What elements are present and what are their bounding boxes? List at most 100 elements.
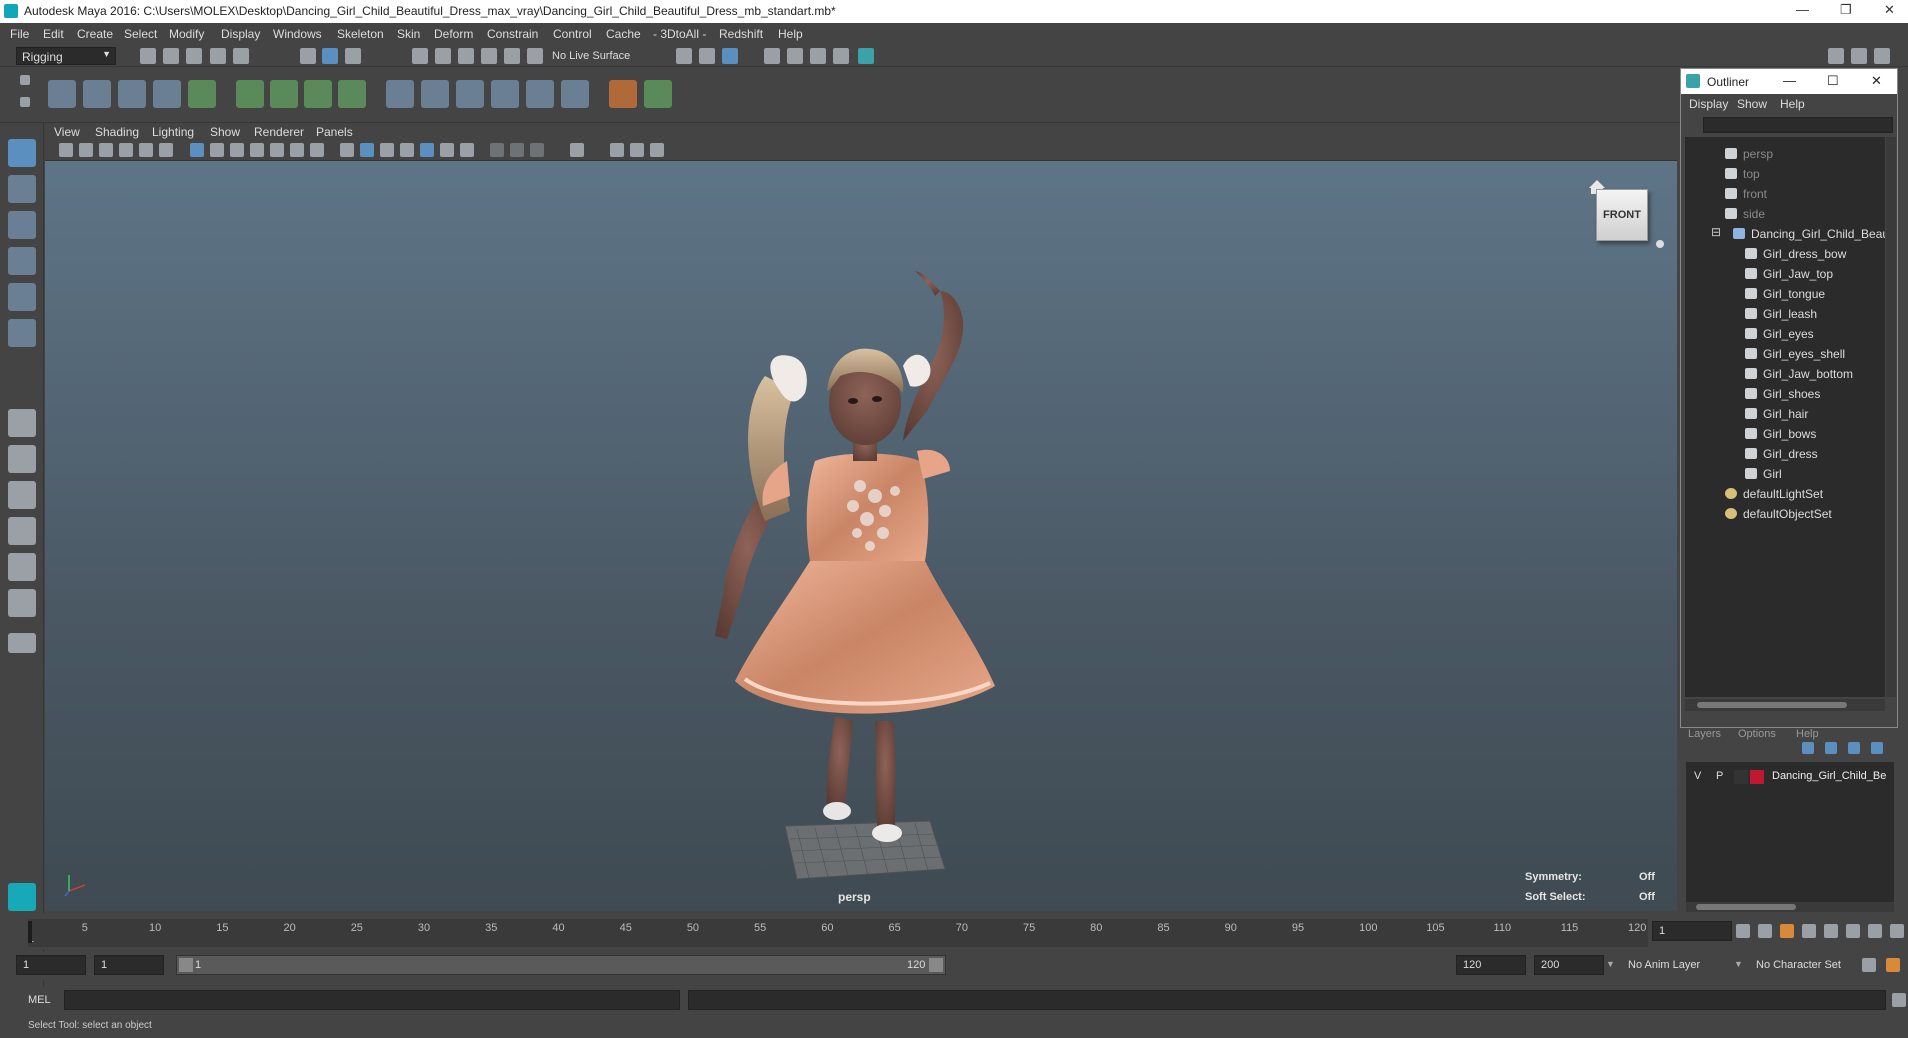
outliner-menu-help[interactable]: Help <box>1780 97 1805 111</box>
shelf-menu-icon[interactable] <box>20 75 30 85</box>
move-tool-icon[interactable] <box>8 247 36 275</box>
panel-menu-show[interactable]: Show <box>210 125 240 139</box>
play-backward-icon[interactable] <box>1802 924 1816 938</box>
bind-skin-icon[interactable] <box>188 80 216 108</box>
outliner-search-input[interactable] <box>1703 117 1893 133</box>
new-layer-icon[interactable] <box>1848 742 1860 754</box>
ipr-render-icon[interactable] <box>787 48 803 64</box>
orient-constraint-icon[interactable] <box>456 80 484 108</box>
input-history-icon[interactable] <box>676 48 692 64</box>
menu-file[interactable]: File <box>10 27 29 41</box>
menu-3dtoall[interactable]: - 3DtoAll - <box>653 27 706 41</box>
panel-menu-shading[interactable]: Shading <box>95 125 139 139</box>
layer-color-swatch[interactable] <box>1750 770 1764 784</box>
lasso-tool-icon[interactable] <box>8 175 36 203</box>
anim-layer-dropdown[interactable]: No Anim Layer <box>1622 955 1732 975</box>
image-plane-icon[interactable] <box>119 143 133 157</box>
save-scene-icon[interactable] <box>186 48 202 64</box>
anti-aliasing-icon[interactable] <box>510 143 524 157</box>
layer-scrollbar[interactable] <box>1686 902 1894 912</box>
panel-menu-view[interactable]: View <box>54 125 80 139</box>
attribute-editor-icon[interactable] <box>1874 48 1890 64</box>
mirror-joint-icon[interactable] <box>153 80 181 108</box>
screen-space-ao-icon[interactable] <box>460 143 474 157</box>
minimize-button[interactable]: — <box>1796 2 1809 17</box>
menu-create[interactable]: Create <box>77 27 113 41</box>
cluster-icon[interactable] <box>270 80 298 108</box>
menu-help[interactable]: Help <box>778 27 803 41</box>
wrap-icon[interactable] <box>304 80 332 108</box>
layer-menu-help[interactable]: Help <box>1796 728 1819 740</box>
move-layer-down-icon[interactable] <box>1825 742 1837 754</box>
auto-key-icon[interactable] <box>1862 958 1876 972</box>
two-pane-layout-icon[interactable] <box>8 481 36 509</box>
outliner-layout-icon[interactable] <box>8 589 36 617</box>
animation-preferences-icon[interactable] <box>1886 958 1900 972</box>
aim-constraint-icon[interactable] <box>421 80 449 108</box>
scale-constraint-icon[interactable] <box>491 80 519 108</box>
menu-skeleton[interactable]: Skeleton <box>337 27 384 41</box>
textured-icon[interactable] <box>400 143 414 157</box>
outliner-horizontal-scrollbar[interactable] <box>1685 699 1885 711</box>
menu-select[interactable]: Select <box>124 27 157 41</box>
select-hierarchy-icon[interactable] <box>300 48 316 64</box>
bookmarks-icon[interactable] <box>99 143 113 157</box>
wireframe-icon[interactable] <box>340 143 354 157</box>
joint-tool-icon[interactable] <box>48 80 76 108</box>
step-back-key-icon[interactable] <box>1758 924 1772 938</box>
view-cube-menu-icon[interactable] <box>1656 240 1664 248</box>
field-chart-icon[interactable] <box>270 143 284 157</box>
scale-tool-icon[interactable] <box>8 319 36 347</box>
safe-action-icon[interactable] <box>290 143 304 157</box>
output-history-icon[interactable] <box>699 48 715 64</box>
maya-home-icon[interactable] <box>8 883 36 911</box>
panel-menu-lighting[interactable]: Lighting <box>152 125 194 139</box>
layer-scrollbar-thumb[interactable] <box>1696 904 1796 910</box>
restore-button[interactable]: ❐ <box>1840 2 1852 18</box>
move-layer-up-icon[interactable] <box>1802 742 1814 754</box>
xray-joints-icon[interactable] <box>630 143 644 157</box>
time-slider-track[interactable]: 1 51015202530354045505560657075808590951… <box>28 919 1648 947</box>
grid-icon[interactable] <box>190 143 204 157</box>
locator-icon[interactable] <box>609 80 637 108</box>
undo-icon[interactable] <box>210 48 226 64</box>
menu-constrain[interactable]: Constrain <box>487 27 538 41</box>
layer-menu-layers[interactable]: Layers <box>1688 728 1721 740</box>
grease-pencil-icon[interactable] <box>159 143 173 157</box>
step-forward-frame-icon[interactable] <box>1846 924 1860 938</box>
paint-select-tool-icon[interactable] <box>8 211 36 239</box>
depth-of-field-icon[interactable] <box>530 143 544 157</box>
isolate-select-icon[interactable] <box>570 143 584 157</box>
view-cube[interactable]: FRONT <box>1596 189 1648 241</box>
scene-end-field[interactable]: 200 <box>1534 955 1604 975</box>
menu-deform[interactable]: Deform <box>434 27 473 41</box>
anim-layer-dropdown-chevron-icon[interactable]: ▼ <box>1606 959 1615 969</box>
shelf-settings-icon[interactable] <box>20 97 30 107</box>
scrollbar-thumb[interactable] <box>1697 702 1847 708</box>
layer-playback-toggle[interactable]: P <box>1716 770 1723 782</box>
open-scene-icon[interactable] <box>163 48 179 64</box>
blend-shape-icon[interactable] <box>338 80 366 108</box>
outliner-minimize-button[interactable]: — <box>1783 73 1796 88</box>
outliner-menu-show[interactable]: Show <box>1737 97 1767 111</box>
collapse-toggle-icon[interactable]: ⊟ <box>1711 225 1721 239</box>
motion-blur-icon[interactable] <box>490 143 504 157</box>
play-forward-icon[interactable] <box>1824 924 1838 938</box>
outliner-close-button[interactable]: ✕ <box>1871 73 1882 89</box>
pole-vector-icon[interactable] <box>561 80 589 108</box>
wireframe-on-shaded-icon[interactable] <box>380 143 394 157</box>
new-scene-icon[interactable] <box>140 48 156 64</box>
three-pane-layout-icon[interactable] <box>8 553 36 581</box>
command-input[interactable] <box>64 990 680 1010</box>
single-perspective-layout-icon[interactable] <box>8 409 36 437</box>
modeling-toolkit-icon[interactable] <box>1828 48 1844 64</box>
go-to-end-icon[interactable] <box>1890 924 1904 938</box>
perspective-viewport[interactable]: FRONT persp Symmetry: Off Soft Select: O… <box>45 161 1677 911</box>
smooth-shade-icon[interactable] <box>360 143 374 157</box>
lattice-icon[interactable] <box>236 80 264 108</box>
select-tool-icon[interactable] <box>8 139 36 167</box>
command-language-label[interactable]: MEL <box>28 994 51 1006</box>
film-gate-icon[interactable] <box>210 143 224 157</box>
render-view-icon[interactable] <box>858 48 874 64</box>
use-all-lights-icon[interactable] <box>420 143 434 157</box>
